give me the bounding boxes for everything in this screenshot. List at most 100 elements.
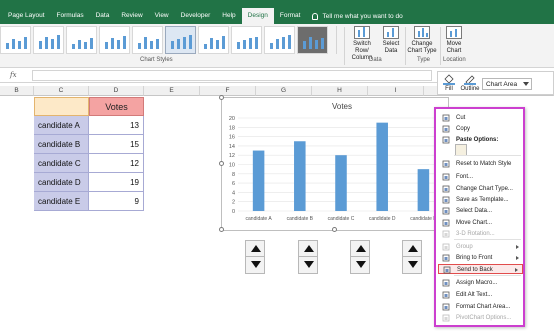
- menu-item-group[interactable]: Group: [438, 242, 523, 252]
- send-back-icon: [443, 266, 451, 274]
- chart-resize-handle[interactable]: [219, 95, 224, 100]
- tab-developer[interactable]: Developer: [175, 8, 217, 24]
- tab-format[interactable]: Format: [274, 8, 307, 24]
- y-tick-label: 4: [232, 190, 235, 196]
- spin-button[interactable]: [245, 240, 265, 274]
- submenu-arrow-icon: [515, 268, 518, 272]
- spin-up-button[interactable]: [246, 241, 264, 257]
- copy-icon: [442, 125, 450, 133]
- change-chart-type-button[interactable]: Change Chart Type: [407, 26, 437, 55]
- chart-style-option[interactable]: [297, 26, 328, 54]
- table-header-blank[interactable]: [34, 97, 89, 116]
- chart-bar[interactable]: [417, 169, 430, 211]
- menu-item-move-chart[interactable]: Move Chart...: [438, 218, 523, 228]
- votes-value-cell[interactable]: 13: [89, 116, 144, 135]
- menu-item-edit-alt-text[interactable]: Edit Alt Text...: [438, 290, 523, 300]
- menu-item-3-d-rotation[interactable]: 3-D Rotation...: [438, 229, 523, 239]
- column-header-d[interactable]: D: [89, 86, 144, 96]
- spin-button[interactable]: [402, 240, 422, 274]
- select-data-button[interactable]: Select Data: [380, 26, 402, 55]
- style-preview-bar: [105, 42, 108, 49]
- menu-item-cut[interactable]: Cut: [438, 113, 523, 123]
- menu-item-font[interactable]: Font...: [438, 172, 523, 182]
- chart-resize-handle[interactable]: [219, 161, 224, 166]
- column-header-c[interactable]: C: [34, 86, 89, 96]
- spin-down-button[interactable]: [351, 257, 369, 273]
- chart-style-option[interactable]: [99, 26, 130, 54]
- tab-formulas[interactable]: Formulas: [51, 8, 90, 24]
- paste-icon: [442, 136, 450, 144]
- chart-bar[interactable]: [294, 141, 306, 211]
- menu-item-assign-macro[interactable]: Assign Macro...: [438, 278, 523, 288]
- column-header-e[interactable]: E: [144, 86, 200, 96]
- chart-bar[interactable]: [376, 122, 388, 211]
- spin-up-button[interactable]: [351, 241, 369, 257]
- votes-header[interactable]: Votes: [89, 97, 144, 116]
- column-header-g[interactable]: G: [256, 86, 312, 96]
- chart-title[interactable]: Votes: [332, 102, 352, 111]
- spin-down-button[interactable]: [246, 257, 264, 273]
- spin-down-button[interactable]: [403, 257, 421, 273]
- menu-item-label: PivotChart Options...: [456, 315, 512, 321]
- menu-item-copy[interactable]: Copy: [438, 124, 523, 134]
- triangle-up-icon: [356, 245, 366, 252]
- menu-item-pivotchart-options[interactable]: PivotChart Options...: [438, 313, 523, 323]
- tab-design[interactable]: Design: [241, 8, 274, 24]
- menu-item-change-chart-type[interactable]: Change Chart Type...: [438, 184, 523, 194]
- candidate-name-cell[interactable]: candidate D: [34, 173, 89, 192]
- chart-resize-handle[interactable]: [219, 227, 224, 232]
- votes-value-cell[interactable]: 19: [89, 173, 144, 192]
- chart-style-option[interactable]: [33, 26, 64, 54]
- gallery-scroll[interactable]: [336, 26, 344, 54]
- tab-view[interactable]: View: [149, 8, 175, 24]
- spin-up-button[interactable]: [403, 241, 421, 257]
- chart-style-option[interactable]: [264, 26, 295, 54]
- move-chart-button[interactable]: Move Chart: [443, 26, 465, 55]
- template-icon: [442, 196, 450, 204]
- votes-value-cell[interactable]: 12: [89, 154, 144, 173]
- tab-data[interactable]: Data: [90, 8, 116, 24]
- menu-item-format-chart-area[interactable]: Format Chart Area...: [438, 302, 523, 312]
- votes-value-cell[interactable]: 15: [89, 135, 144, 154]
- menu-item-save-as-template[interactable]: Save as Template...: [438, 195, 523, 205]
- chart-resize-handle[interactable]: [332, 227, 337, 232]
- x-tick-label: candidate C: [328, 216, 355, 222]
- chart-element-select[interactable]: Chart Area: [482, 78, 532, 90]
- votes-value-cell[interactable]: 9: [89, 192, 144, 211]
- formula-input[interactable]: [32, 70, 432, 81]
- fill-button[interactable]: Fill: [441, 74, 457, 92]
- votes-chart[interactable]: Votes 0 2 4 6 8 10 12 14 16 18 20 candidate A candida…: [219, 95, 449, 232]
- menu-item-bring-to-front[interactable]: Bring to Front: [438, 253, 523, 263]
- chart-style-option[interactable]: [165, 26, 196, 54]
- chart-style-option[interactable]: [198, 26, 229, 54]
- chart-style-option[interactable]: [66, 26, 97, 54]
- spin-button[interactable]: [350, 240, 370, 274]
- menu-item-select-data[interactable]: Select Data...: [438, 206, 523, 216]
- tab-page-layout[interactable]: Page Layout: [2, 8, 51, 24]
- triangle-down-icon: [356, 261, 366, 268]
- candidate-name-cell[interactable]: candidate E: [34, 192, 89, 211]
- chart-style-option[interactable]: [132, 26, 163, 54]
- chart-bar[interactable]: [252, 150, 265, 211]
- style-preview-bar: [309, 37, 312, 49]
- chart-bar[interactable]: [335, 155, 347, 211]
- column-header-f[interactable]: F: [200, 86, 256, 96]
- style-preview-bar: [6, 43, 9, 49]
- tab-review[interactable]: Review: [115, 8, 148, 24]
- column-header-i[interactable]: I: [368, 86, 424, 96]
- candidate-name-cell[interactable]: candidate B: [34, 135, 89, 154]
- outline-button[interactable]: Outline: [460, 74, 480, 92]
- chart-style-option[interactable]: [0, 26, 31, 54]
- column-header-b[interactable]: B: [0, 86, 34, 96]
- chart-style-option[interactable]: [231, 26, 262, 54]
- menu-item-reset-to-match-style[interactable]: Reset to Match Style: [438, 159, 523, 169]
- menu-item-send-to-back[interactable]: Send to Back: [438, 264, 523, 274]
- spin-down-button[interactable]: [299, 257, 317, 273]
- column-header-h[interactable]: H: [312, 86, 368, 96]
- tab-help[interactable]: Help: [216, 8, 241, 24]
- spin-button[interactable]: [298, 240, 318, 274]
- candidate-name-cell[interactable]: candidate A: [34, 116, 89, 135]
- candidate-name-cell[interactable]: candidate C: [34, 154, 89, 173]
- tell-me-box[interactable]: Tell me what you want to do: [312, 12, 403, 20]
- spin-up-button[interactable]: [299, 241, 317, 257]
